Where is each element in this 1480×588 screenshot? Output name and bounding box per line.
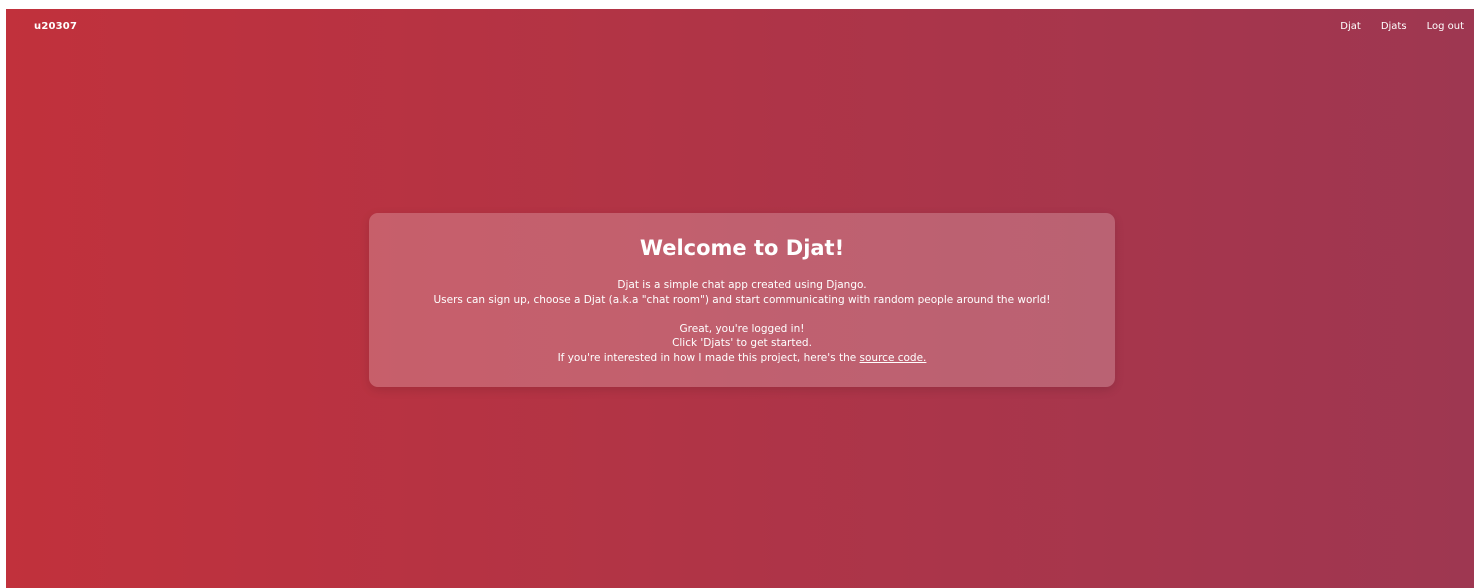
welcome-card: Welcome to Djat! Djat is a simple chat a…: [369, 213, 1115, 387]
get-started-instruction: Click 'Djats' to get started.: [672, 337, 812, 349]
welcome-body: Djat is a simple chat app created using …: [369, 278, 1115, 365]
source-code-prefix: If you're interested in how I made this …: [557, 351, 860, 364]
description-line-2: Users can sign up, choose a Djat (a.k.a …: [433, 293, 1051, 306]
source-code-line: If you're interested in how I made this …: [369, 351, 1115, 366]
page-background: u20307 Djat Djats Log out Welcome to Dja…: [6, 9, 1474, 588]
logged-in-message: Great, you're logged in!: [679, 322, 805, 335]
nav-link-log-out[interactable]: Log out: [1427, 21, 1464, 32]
nav-links: Djat Djats Log out: [1340, 21, 1464, 32]
nav-link-djats[interactable]: Djats: [1381, 21, 1407, 32]
username-brand-link[interactable]: u20307: [34, 21, 77, 32]
source-code-link[interactable]: source code.: [860, 352, 927, 364]
nav-link-djat[interactable]: Djat: [1340, 21, 1361, 32]
navbar: u20307 Djat Djats Log out: [6, 9, 1474, 49]
description-line-1: Djat is a simple chat app created using …: [617, 279, 867, 291]
welcome-title: Welcome to Djat!: [639, 236, 845, 260]
